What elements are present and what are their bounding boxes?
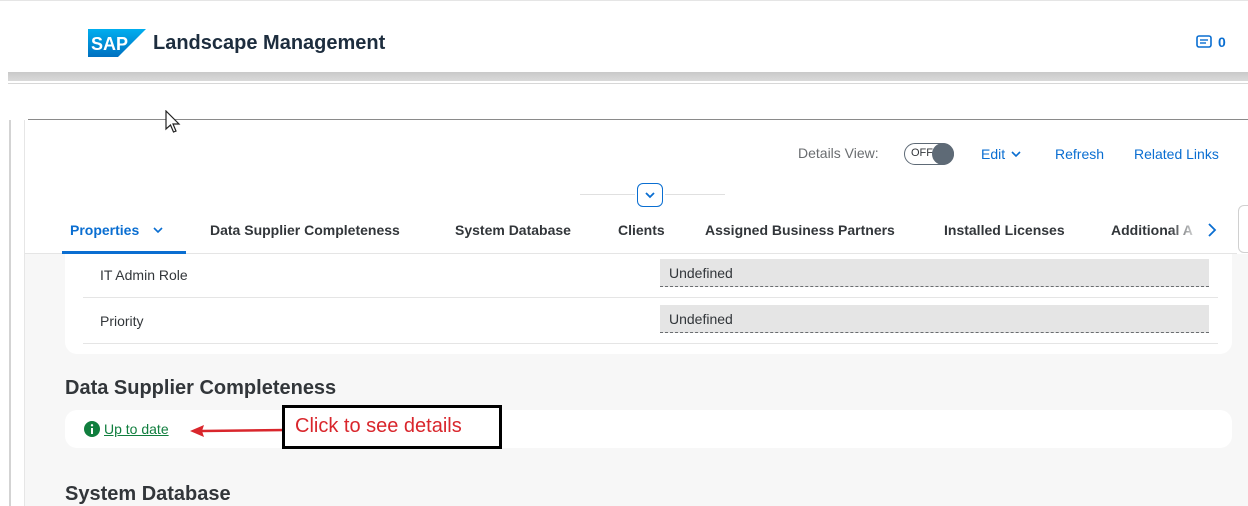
shell-header: SAP Landscape Management 0	[0, 0, 1248, 72]
sap-logo-text: SAP	[91, 34, 128, 54]
related-links-button[interactable]: Related Links	[1134, 146, 1219, 162]
tab-installed-licenses[interactable]: Installed Licenses	[944, 222, 1065, 238]
callout-text: Click to see details	[295, 415, 462, 437]
left-gutter	[9, 120, 11, 506]
tab-assigned-business-partners[interactable]: Assigned Business Partners	[705, 222, 895, 238]
section-title-data-supplier: Data Supplier Completeness	[65, 377, 337, 399]
toggle-knob	[932, 143, 954, 165]
sap-logo[interactable]: SAP	[88, 29, 146, 57]
chevron-down-icon	[645, 192, 655, 199]
property-row: Priority Undefined	[83, 298, 1218, 344]
object-header-top-border	[28, 119, 1248, 120]
collapse-header-button[interactable]	[637, 183, 663, 207]
tab-system-database[interactable]: System Database	[455, 222, 571, 238]
refresh-button[interactable]: Refresh	[1055, 146, 1104, 162]
tab-label: Properties	[70, 222, 140, 238]
tab-properties[interactable]: Properties	[70, 222, 163, 238]
property-value-field[interactable]: Undefined	[660, 305, 1209, 333]
info-icon	[84, 421, 100, 437]
arrow-left-icon	[190, 425, 286, 437]
notifications-count: 0	[1218, 34, 1226, 50]
chevron-right-icon[interactable]	[1207, 223, 1217, 237]
mouse-cursor-icon	[165, 110, 181, 133]
notifications-button[interactable]: 0	[1196, 34, 1226, 50]
collapse-divider-left	[580, 194, 635, 195]
status-up-to-date-link[interactable]: Up to date	[84, 421, 169, 437]
status-link-text: Up to date	[104, 421, 169, 437]
header-divider	[8, 83, 1248, 84]
app-title: Landscape Management	[153, 32, 386, 54]
chevron-down-icon	[153, 226, 163, 233]
property-row: IT Admin Role Undefined	[83, 252, 1218, 298]
toggle-state-text: OFF	[911, 147, 933, 159]
property-label: IT Admin Role	[100, 267, 188, 283]
header-shadow	[8, 72, 1248, 81]
tab-overflow-button[interactable]	[1238, 205, 1248, 253]
property-label: Priority	[100, 313, 144, 329]
details-view-toggle[interactable]: OFF	[904, 143, 954, 165]
details-view-label: Details View:	[798, 145, 879, 161]
chevron-down-icon	[1011, 150, 1021, 157]
property-value-field[interactable]: Undefined	[660, 259, 1209, 287]
annotation-callout: Click to see details	[282, 405, 502, 449]
tab-data-supplier-completeness[interactable]: Data Supplier Completeness	[210, 222, 400, 238]
message-icon	[1196, 35, 1212, 48]
edit-label: Edit	[981, 146, 1006, 162]
section-title-system-database: System Database	[65, 483, 231, 505]
tab-clients[interactable]: Clients	[618, 222, 665, 238]
collapse-divider-right	[665, 194, 725, 195]
tab-overflow-fade	[1170, 215, 1200, 245]
edit-menu-button[interactable]: Edit	[981, 146, 1021, 162]
